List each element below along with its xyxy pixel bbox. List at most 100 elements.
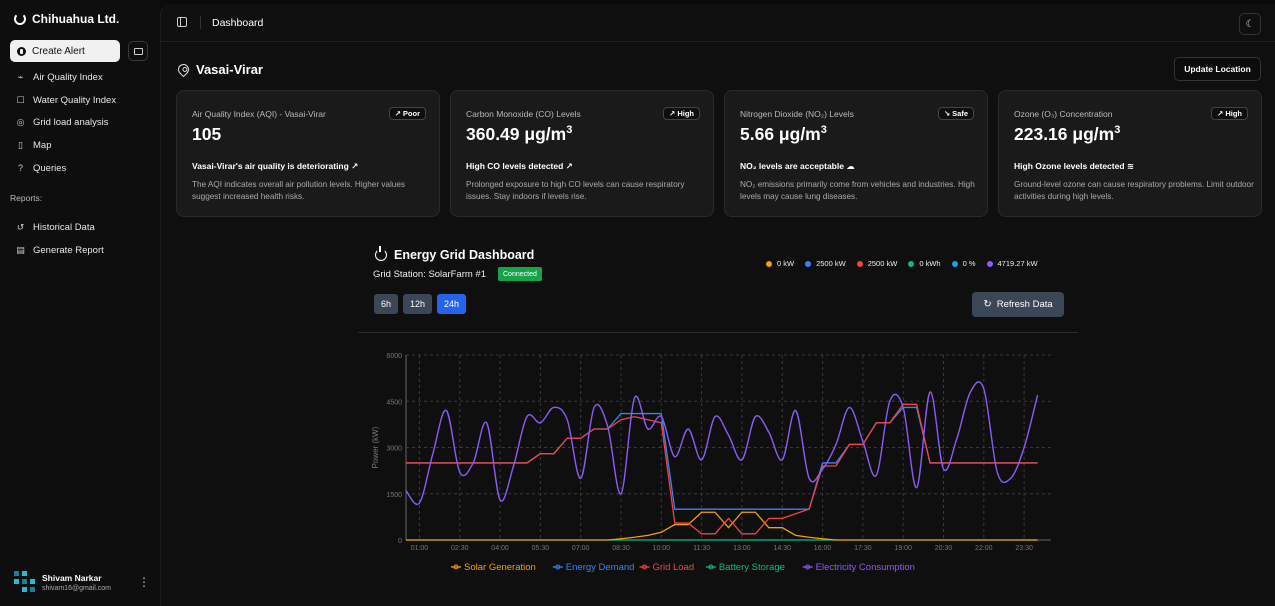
energy-dashboard-title: Energy Grid Dashboard <box>375 246 534 262</box>
card-value: 223.16 μg/m3 <box>1014 124 1120 145</box>
stat-value: 0 % <box>962 259 976 268</box>
range-24h-button[interactable]: 24h <box>437 294 467 314</box>
sidebar-item-air-quality[interactable]: ⌁ Air Quality Index <box>10 66 150 89</box>
value-text: 105 <box>192 124 222 144</box>
sidebar-item-queries[interactable]: ? Queries <box>10 157 150 180</box>
legend-label: Grid Load <box>652 562 694 573</box>
update-location-button[interactable]: Update Location <box>1174 57 1261 81</box>
sidebar-item-map[interactable]: ▯ Map <box>10 134 150 157</box>
user-profile[interactable]: Shivam Narkar shivam16@gmail.com ⋮ <box>14 571 150 593</box>
brand-logo-icon <box>14 13 26 25</box>
stat-value: 2500 kW <box>867 259 898 268</box>
x-tick-label: 14:30 <box>773 545 791 552</box>
question-icon: ? <box>17 163 23 174</box>
user-name: Shivam Narkar <box>42 572 102 583</box>
time-range-selector: 6h 12h 24h <box>374 294 467 314</box>
target-icon: ◎ <box>16 117 25 128</box>
sidebar-item-label: Queries <box>33 162 67 174</box>
legend-label: Energy Demand <box>566 562 635 573</box>
status-dot-icon <box>908 260 915 267</box>
unit-exponent: 3 <box>1114 124 1121 137</box>
sidebar-item-water-quality[interactable]: ☐ Water Quality Index <box>10 89 150 112</box>
status-badge: ↘ Safe <box>937 107 974 120</box>
stat-value: 4719.27 kW <box>997 259 1038 268</box>
reports-nav: ↺ Historical Data ▤ Generate Report <box>10 216 150 261</box>
badge-label: Poor <box>402 109 420 118</box>
trend-up-icon: ↗ <box>565 161 573 171</box>
sidebar-item-label: Historical Data <box>33 221 95 233</box>
card-subtitle: Vasai-Virar's air quality is deteriorati… <box>192 161 358 172</box>
x-tick-label: 04:00 <box>491 545 509 552</box>
brand-name: Chihuahua Ltd. <box>32 12 120 26</box>
legend-label: Battery Storage <box>719 562 785 573</box>
card-value: 360.49 μg/m3 <box>466 124 572 145</box>
card-title: Ozone (O₃) Concentration <box>1014 109 1113 119</box>
card-subtitle: High CO levels detected ↗ <box>466 161 573 172</box>
refresh-data-button[interactable]: ↻ Refresh Data <box>972 292 1064 317</box>
sidebar-item-label: Map <box>33 139 52 151</box>
x-tick-label: 17:30 <box>854 545 872 552</box>
unit-exponent: 3 <box>820 124 827 137</box>
x-tick-label: 22:00 <box>975 545 993 552</box>
electricity-consumption-line <box>405 381 1039 506</box>
card-description: The AQI indicates overall air pollution … <box>192 180 405 201</box>
main-content: Dashboard ☾ Vasai-Virar Update Location … <box>160 4 1275 606</box>
avatar <box>14 571 36 593</box>
sidebar-item-generate-report[interactable]: ▤ Generate Report <box>10 239 150 262</box>
range-12h-button[interactable]: 12h <box>403 294 433 314</box>
sidebar-toggle-icon[interactable] <box>177 17 187 27</box>
badge-label: High <box>1225 109 1242 118</box>
value-text: 223.16 μg/m <box>1014 124 1115 144</box>
map-icon: ▯ <box>18 139 23 150</box>
location-name: Vasai-Virar <box>196 62 263 77</box>
grid-station-label: Grid Station: SolarFarm #1 <box>373 269 486 280</box>
status-dot-icon <box>766 260 772 267</box>
reports-heading: Reports: <box>10 193 43 203</box>
y-tick-label: 4500 <box>386 399 402 406</box>
x-tick-label: 11:30 <box>693 545 710 552</box>
subtitle-text: High Ozone levels detected <box>1014 161 1125 171</box>
card-subtitle: NO₂ levels are acceptable ☁ <box>740 161 855 172</box>
x-tick-label: 08:30 <box>612 545 630 552</box>
card-title: Carbon Monoxide (CO) Levels <box>466 109 581 119</box>
user-email: shivam16@gmail.com <box>42 584 111 592</box>
stat-battery: 0 kWh <box>908 259 941 268</box>
energy-stats: 0 kW 2500 kW 2500 kW 0 kWh 0 % 4719.27 k… <box>766 259 1038 268</box>
stat-value: 0 kW <box>777 259 795 268</box>
x-tick-label: 23:30 <box>1015 545 1033 552</box>
map-pin-icon <box>175 61 192 78</box>
unit-exponent: 3 <box>566 124 573 137</box>
sidebar-item-label: Grid load analysis <box>33 117 109 129</box>
x-tick-label: 02:30 <box>451 545 469 552</box>
legend-label: Solar Generation <box>464 562 536 573</box>
card-value: 105 <box>192 124 221 145</box>
sparkle-icon: ⌁ <box>17 71 24 82</box>
refresh-icon: ↻ <box>983 299 992 310</box>
value-text: 360.49 μg/m <box>466 124 567 144</box>
stat-demand: 2500 kW <box>805 259 846 268</box>
sidebar-item-historical-data[interactable]: ↺ Historical Data <box>10 216 150 239</box>
theme-toggle-button[interactable]: ☾ <box>1239 13 1261 35</box>
card-value: 5.66 μg/m3 <box>740 124 827 145</box>
alert-icon <box>17 46 26 56</box>
cloud-icon: ☁ <box>846 161 855 171</box>
x-tick-label: 10:00 <box>653 545 671 552</box>
status-dot-icon <box>805 260 812 267</box>
status-dot-icon <box>951 260 958 267</box>
mail-button[interactable] <box>128 41 148 61</box>
more-vertical-icon[interactable]: ⋮ <box>138 575 150 589</box>
y-tick-label: 1500 <box>386 492 402 499</box>
card-title: Air Quality Index (AQI) - Vasai-Virar <box>192 109 326 119</box>
aqi-card: Air Quality Index (AQI) - Vasai-Virar ↗ P… <box>176 90 440 217</box>
status-badge: ↗ High <box>663 107 700 120</box>
range-6h-button[interactable]: 6h <box>374 294 399 314</box>
x-tick-label: 16:00 <box>814 545 832 552</box>
sidebar-item-label: Water Quality Index <box>33 94 117 106</box>
page-title: Dashboard <box>212 17 264 29</box>
status-badge: ↗ High <box>1211 107 1248 120</box>
sidebar-item-grid-load[interactable]: ◎ Grid load analysis <box>10 111 150 134</box>
create-alert-button[interactable]: Create Alert <box>10 40 120 62</box>
x-tick-label: 05:30 <box>532 545 550 552</box>
badge-label: Safe <box>952 109 968 118</box>
x-tick-label: 01:00 <box>411 545 429 552</box>
